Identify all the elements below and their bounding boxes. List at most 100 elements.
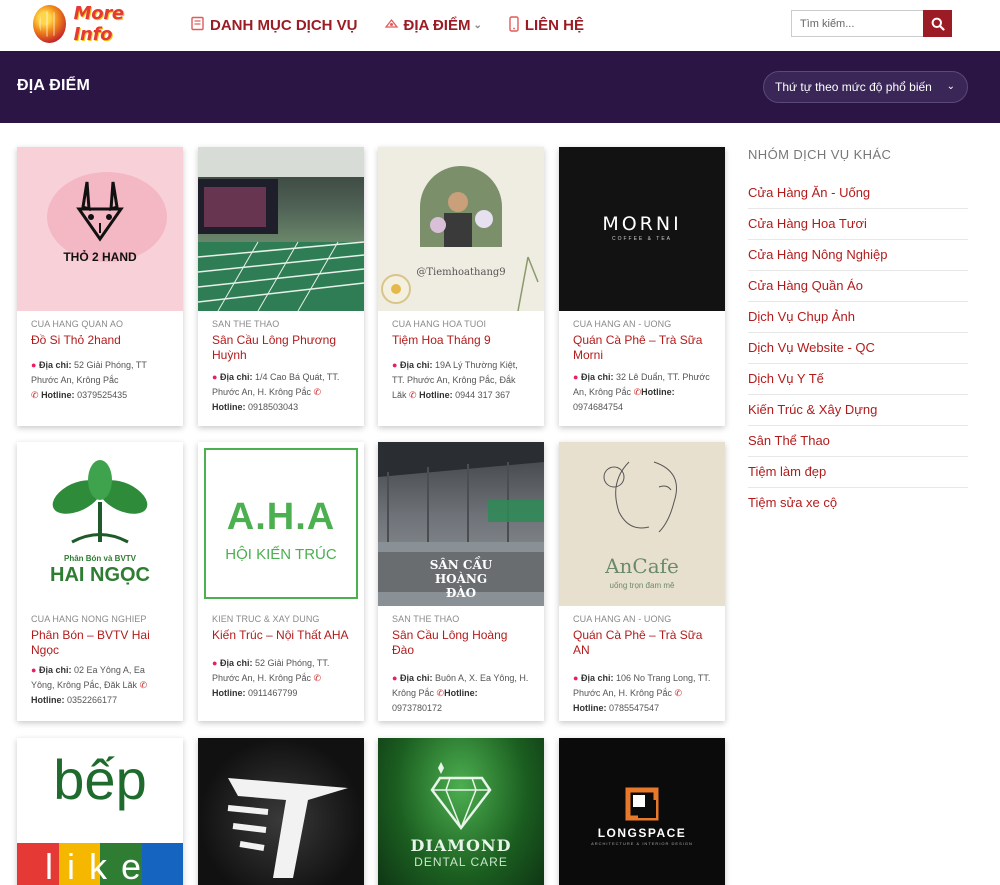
card-body: CUA HANG NONG NGHIEP Phân Bón – BVTV Hai… [17, 606, 183, 708]
search-form [791, 10, 952, 37]
card-thumbnail[interactable]: THỎ 2 HAND [17, 147, 183, 311]
sidebar-item-website-ads[interactable]: Dịch Vụ Website - QC [748, 333, 968, 364]
address-label: Địa chỉ: [580, 372, 614, 382]
card-title[interactable]: Sân Cầu Lông Phương Huỳnh [212, 333, 350, 363]
sidebar-item-architecture[interactable]: Kiến Trúc & Xây Dựng [748, 395, 968, 426]
address-label: Địa chỉ: [219, 372, 253, 382]
map-pin-icon: ● [573, 372, 579, 382]
card-body: CUA HANG AN - UONG Quán Cà Phê – Trà Sữa… [559, 311, 725, 415]
nav-item-label: DANH MỤC DỊCH VỤ [210, 17, 358, 34]
phone-icon: ✆ [409, 390, 417, 400]
search-input[interactable] [791, 10, 923, 37]
card-info: ● Địa chỉ: 1/4 Cao Bá Quát, TT. Phước An… [212, 370, 350, 415]
card-hotline: 0944 317 367 [455, 390, 511, 400]
card-title[interactable]: Tiệm Hoa Tháng 9 [392, 333, 530, 348]
sidebar-item-sports[interactable]: Sân Thể Thao [748, 426, 968, 457]
site-header: More Info DANH MỤC DỊCH VỤ ĐỊA ĐIỂM ⌄ LI… [0, 0, 1000, 51]
location-icon [384, 16, 399, 35]
card-thumbnail[interactable]: DIAMOND DENTAL CARE [378, 738, 544, 885]
thumb-subtext: ARCHITECTURE & INTERIOR DESIGN [591, 841, 693, 846]
card-thumbnail[interactable]: AnCafe uống trọn đam mê [559, 442, 725, 606]
location-card[interactable]: Phân Bón và BVTV HAI NGỌC CUA HANG NONG … [17, 442, 183, 721]
location-card[interactable]: MORNI COFFEE & TEA CUA HANG AN - UONG Qu… [559, 147, 725, 426]
page-title-band: ĐỊA ĐIỂM Thứ tự theo mức độ phổ biến ⌄ [0, 51, 1000, 123]
card-thumbnail[interactable] [198, 147, 364, 311]
location-card[interactable]: @Tiemhoathang9 CUA HANG HOA TUOI Tiệm Ho… [378, 147, 544, 426]
sidebar-item-beauty[interactable]: Tiệm làm đẹp [748, 457, 968, 488]
card-info: ● Địa chỉ: 52 Giải Phóng, TT Phước An, K… [31, 358, 169, 403]
thumb-subtext: uống trọn đam mê [609, 581, 675, 590]
thumb-text: LONGSPACE [597, 826, 687, 840]
location-card[interactable]: SÂN CẦU HOÀNG ĐÀO SAN THE THAO Sân Cầu L… [378, 442, 544, 721]
card-body: CUA HANG AN - UONG Quán Cà Phê – Trà Sữa… [559, 606, 725, 716]
thumb-text: AnCafe [605, 554, 679, 578]
phone-icon: ✆ [674, 688, 683, 698]
card-title[interactable]: Sân Cầu Lông Hoàng Đào [392, 628, 530, 658]
card-hotline: 0379525435 [77, 390, 128, 400]
card-body: CUA HANG HOA TUOI Tiệm Hoa Tháng 9 ● Địa… [378, 311, 544, 403]
map-pin-icon: ● [392, 673, 398, 683]
location-card[interactable]: SAN THE THAO Sân Cầu Lông Phương Huỳnh ●… [198, 147, 364, 426]
card-thumbnail[interactable]: @Tiemhoathang9 [378, 147, 544, 311]
card-title[interactable]: Quán Cà Phê – Trà Sữa AN [573, 628, 711, 658]
sidebar-item-flowers[interactable]: Cửa Hàng Hoa Tươi [748, 209, 968, 240]
location-card[interactable]: bếp like [17, 738, 183, 885]
sidebar-item-photography[interactable]: Dịch Vụ Chụp Ảnh [748, 302, 968, 333]
thumb-subtext: HỘI KIẾN TRÚC [225, 546, 337, 563]
address-label: Địa chỉ: [399, 673, 433, 683]
hotline-label: Hotline: [212, 402, 246, 412]
location-card[interactable] [198, 738, 364, 885]
page-title: ĐỊA ĐIỂM [17, 77, 91, 94]
location-card[interactable]: AnCafe uống trọn đam mê CUA HANG AN - UO… [559, 442, 725, 721]
logo-globe-icon [33, 5, 66, 43]
nav-item-label: ĐỊA ĐIỂM [403, 17, 471, 34]
card-category: SAN THE THAO [212, 319, 280, 329]
sidebar-item-food-drink[interactable]: Cửa Hàng Ăn - Uống [748, 178, 968, 209]
card-title[interactable]: Kiến Trúc – Nội Thất AHA [212, 628, 350, 643]
sidebar: NHÓM DỊCH VỤ KHÁC Cửa Hàng Ăn - Uống Cửa… [748, 147, 968, 518]
location-card[interactable]: DIAMOND DENTAL CARE [378, 738, 544, 885]
sidebar-item-clothing[interactable]: Cửa Hàng Quần Áo [748, 271, 968, 302]
card-thumbnail[interactable]: SÂN CẦU HOÀNG ĐÀO [378, 442, 544, 606]
thumb-text: SÂN CẦU HOÀNG ĐÀO [429, 558, 493, 600]
card-info: ● Địa chỉ: 19A Lý Thường Kiệt, TT. Phước… [392, 358, 530, 403]
card-category: CUA HANG AN - UONG [573, 319, 672, 329]
card-title[interactable]: Quán Cà Phê – Trà Sữa Morni [573, 333, 711, 363]
hotline-label: Hotline: [41, 390, 75, 400]
card-thumbnail[interactable]: A.H.A HỘI KIẾN TRÚC [198, 442, 364, 606]
location-card[interactable]: THỎ 2 HAND CUA HANG QUAN AO Đồ Si Thỏ 2h… [17, 147, 183, 426]
phone-icon [508, 15, 520, 36]
chevron-down-icon: ⌄ [473, 20, 482, 31]
card-hotline: 0974684754 [573, 402, 624, 412]
sidebar-item-medical[interactable]: Dịch Vụ Y Tế [748, 364, 968, 395]
card-thumbnail[interactable] [198, 738, 364, 885]
hotline-label: Hotline: [573, 703, 607, 713]
card-body: SAN THE THAO Sân Cầu Lông Hoàng Đào ● Đị… [378, 606, 544, 716]
card-thumbnail[interactable]: LONGSPACE ARCHITECTURE & INTERIOR DESIGN [559, 738, 725, 885]
hotline-label: Hotline: [444, 688, 478, 698]
sidebar-item-agriculture[interactable]: Cửa Hàng Nông Nghiệp [748, 240, 968, 271]
location-card[interactable]: LONGSPACE ARCHITECTURE & INTERIOR DESIGN [559, 738, 725, 885]
nav-item-contact[interactable]: LIÊN HỆ [508, 15, 584, 36]
card-hotline: 0918503043 [248, 402, 299, 412]
phone-icon: ✆ [313, 673, 322, 683]
card-title[interactable]: Phân Bón – BVTV Hai Ngọc [31, 628, 169, 658]
sidebar-item-vehicle-repair[interactable]: Tiệm sửa xe cộ [748, 488, 968, 518]
card-info: ● Địa chỉ: 02 Ea Yông A, Ea Yông, Krông … [31, 663, 169, 708]
card-title[interactable]: Đồ Si Thỏ 2hand [31, 333, 169, 348]
site-logo[interactable]: More Info [33, 3, 155, 45]
nav-item-locations[interactable]: ĐỊA ĐIỂM ⌄ [384, 16, 482, 35]
sidebar-list: Cửa Hàng Ăn - Uống Cửa Hàng Hoa Tươi Cửa… [748, 178, 968, 518]
search-button[interactable] [923, 10, 952, 37]
nav-item-services[interactable]: DANH MỤC DỊCH VỤ [190, 16, 358, 35]
sort-select[interactable]: Thứ tự theo mức độ phổ biến ⌄ [763, 71, 968, 103]
card-thumbnail[interactable]: Phân Bón và BVTV HAI NGỌC [17, 442, 183, 606]
location-card[interactable]: A.H.A HỘI KIẾN TRÚC KIEN TRUC & XAY DUNG… [198, 442, 364, 721]
thumb-subtext: DENTAL CARE [414, 855, 508, 869]
card-body: KIEN TRUC & XAY DUNG Kiến Trúc – Nội Thấ… [198, 606, 364, 701]
map-pin-icon: ● [573, 673, 579, 683]
card-thumbnail[interactable]: bếp like [17, 738, 183, 885]
address-label: Địa chỉ: [399, 360, 433, 370]
phone-icon: ✆ [139, 680, 148, 690]
card-thumbnail[interactable]: MORNI COFFEE & TEA [559, 147, 725, 311]
